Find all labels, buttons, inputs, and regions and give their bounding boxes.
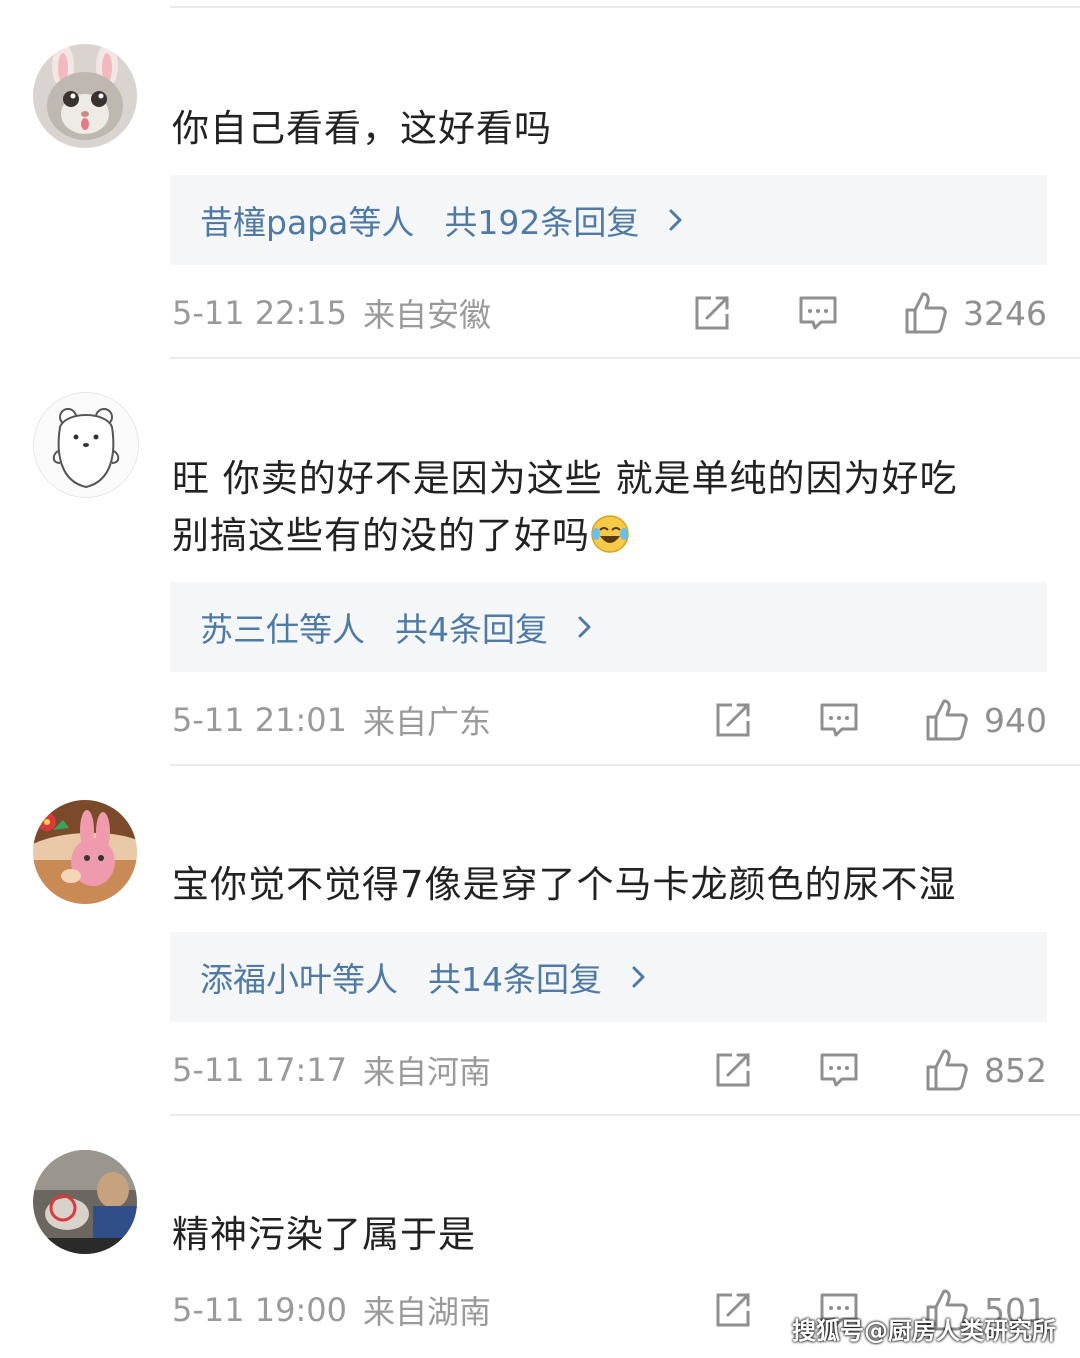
comment-meta: 5-11 21:01 来自广东 940 bbox=[172, 690, 1047, 750]
comment-actions: 3246 bbox=[691, 290, 1047, 336]
replies-who: 添福小叶等人 bbox=[200, 960, 398, 999]
comment-actions: 852 bbox=[712, 1047, 1047, 1093]
replies-who: 苏三仕等人 bbox=[200, 610, 365, 649]
comment-text: 精神污染了属于是 bbox=[172, 1213, 476, 1256]
bunny-ear-cat-avatar-icon bbox=[33, 44, 137, 148]
source-watermark: 搜狐号@厨房人类研究所 bbox=[792, 1317, 1056, 1345]
user-avatar[interactable] bbox=[33, 1150, 137, 1254]
comment-icon bbox=[799, 296, 837, 330]
replies-link[interactable]: 苏三仕等人 共4条回复 bbox=[170, 582, 1047, 672]
cartoon-pink-bunny-avatar-icon bbox=[33, 800, 137, 904]
comment-divider bbox=[170, 357, 1080, 359]
share-icon bbox=[716, 1293, 750, 1327]
photo-avatar-icon bbox=[33, 1150, 137, 1254]
laughing-tears-emoji-icon bbox=[591, 515, 629, 553]
share-button[interactable] bbox=[691, 292, 733, 334]
comment-icon bbox=[820, 703, 858, 737]
share-button[interactable] bbox=[712, 1289, 754, 1331]
like-button[interactable]: 940 bbox=[924, 697, 1047, 743]
user-avatar[interactable] bbox=[33, 392, 139, 498]
comment-text-line-2-content: 别搞这些有的没的了好吗 bbox=[172, 514, 590, 557]
chevron-right-icon bbox=[578, 616, 591, 638]
replies-count: 共4条回复 bbox=[395, 610, 548, 649]
white-bear-avatar-icon bbox=[34, 393, 138, 497]
share-icon bbox=[695, 296, 729, 330]
comment-time: 5-11 17:17 bbox=[172, 1051, 348, 1089]
top-divider bbox=[170, 6, 1080, 8]
comment-divider bbox=[170, 764, 1080, 766]
like-count: 3246 bbox=[963, 293, 1047, 333]
comment-actions: 940 bbox=[712, 697, 1047, 743]
comment-text: 旺 你卖的好不是因为这些 就是单纯的因为好吃 别搞这些有的没的了好吗 bbox=[172, 450, 1042, 564]
replies-link[interactable]: 昔橦papa等人 共192条回复 bbox=[170, 175, 1047, 265]
comment-time: 5-11 19:00 bbox=[172, 1291, 348, 1329]
comment-text-line: 旺 你卖的好不是因为这些 就是单纯的因为好吃 bbox=[172, 457, 958, 500]
comment-location: 来自安徽 bbox=[363, 296, 492, 334]
thumbs-up-icon bbox=[905, 292, 947, 334]
chevron-right-icon bbox=[632, 966, 645, 988]
comment-text: 宝你觉不觉得7像是穿了个马卡龙颜色的尿不湿 bbox=[172, 863, 957, 906]
comment-location: 来自湖南 bbox=[363, 1293, 492, 1331]
comment-meta: 5-11 17:17 来自河南 852 bbox=[172, 1040, 1047, 1100]
reply-button[interactable] bbox=[818, 699, 860, 741]
comment-divider bbox=[170, 1114, 1080, 1116]
replies-link[interactable]: 添福小叶等人 共14条回复 bbox=[170, 932, 1047, 1022]
chevron-right-icon bbox=[669, 209, 682, 231]
like-button[interactable]: 852 bbox=[924, 1047, 1047, 1093]
reply-button[interactable] bbox=[818, 1049, 860, 1091]
reply-button[interactable] bbox=[797, 292, 839, 334]
share-icon bbox=[716, 1053, 750, 1087]
share-button[interactable] bbox=[712, 1049, 754, 1091]
user-avatar[interactable] bbox=[33, 44, 137, 148]
comment-time: 5-11 21:01 bbox=[172, 701, 348, 739]
comment-text: 你自己看看，这好看吗 bbox=[172, 107, 552, 150]
replies-who: 昔橦papa等人 bbox=[200, 203, 415, 242]
like-count: 940 bbox=[984, 700, 1047, 740]
like-button[interactable]: 3246 bbox=[903, 290, 1047, 336]
share-icon bbox=[716, 703, 750, 737]
comment-icon bbox=[820, 1053, 858, 1087]
thumbs-up-icon bbox=[926, 1049, 968, 1091]
like-count: 852 bbox=[984, 1050, 1047, 1090]
share-button[interactable] bbox=[712, 699, 754, 741]
thumbs-up-icon bbox=[926, 699, 968, 741]
comment-time: 5-11 22:15 bbox=[172, 294, 348, 332]
replies-count: 共192条回复 bbox=[444, 203, 640, 242]
comment-meta: 5-11 22:15 来自安徽 3246 bbox=[172, 283, 1047, 343]
comment-location: 来自河南 bbox=[363, 1053, 492, 1091]
comment-text-line-2: 别搞这些有的没的了好吗 bbox=[172, 507, 1042, 564]
user-avatar[interactable] bbox=[33, 800, 137, 904]
replies-count: 共14条回复 bbox=[428, 960, 602, 999]
comment-location: 来自广东 bbox=[363, 703, 492, 741]
